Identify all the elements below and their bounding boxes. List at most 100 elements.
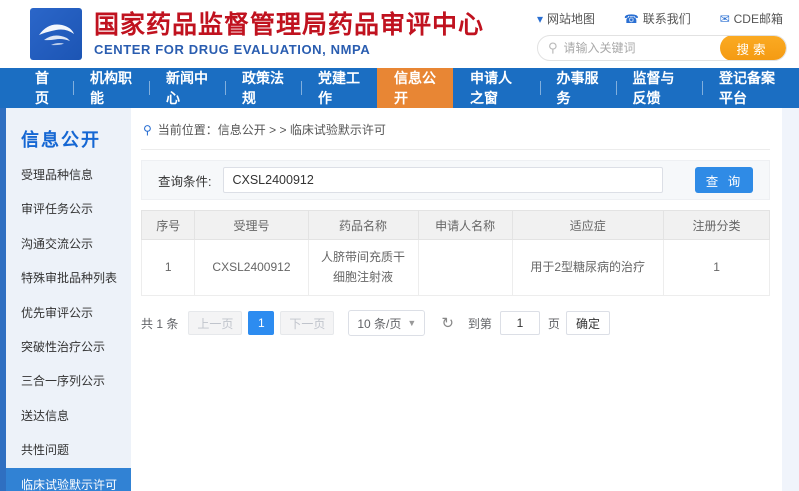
- goto-page-input[interactable]: [500, 311, 540, 335]
- quick-link-label: CDE邮箱: [734, 10, 783, 27]
- quick-link-label: 联系我们: [643, 10, 691, 27]
- table-header-cell: 受理号: [195, 211, 308, 240]
- sidebar: 信息公开 受理品种信息 审评任务公示 沟通交流公示 特殊审批品种列表: [0, 108, 131, 491]
- sidebar-item-label: 临床试验默示许可: [21, 478, 117, 491]
- nav-item-label: 新闻中心: [166, 68, 208, 108]
- table-cell: [418, 240, 512, 296]
- sidebar-item[interactable]: 突破性治疗公示: [6, 330, 131, 364]
- nav-item-label: 党建工作: [318, 68, 360, 108]
- quick-link[interactable]: ✉ CDE邮箱: [720, 10, 783, 27]
- quick-links: ▾ 网站地图 ☎ 联系我们 ✉ CDE邮箱: [537, 8, 787, 27]
- next-page-button[interactable]: 下一页: [280, 311, 334, 335]
- quick-link[interactable]: ▾ 网站地图: [537, 10, 595, 27]
- table-header-row: 序号受理号药品名称申请人名称适应症注册分类: [142, 211, 770, 240]
- nav-item[interactable]: 首页: [18, 68, 73, 108]
- main-content: ⚲ 当前位置：信息公开 > > 临床试验默示许可 查询条件: 查 询 序号受理号…: [131, 108, 782, 491]
- page-body: 信息公开 受理品种信息 审评任务公示 沟通交流公示 特殊审批品种列表: [0, 108, 799, 491]
- query-input[interactable]: [223, 167, 663, 193]
- table-cell: 1: [663, 240, 770, 296]
- site-title-block: 国家药品监督管理局药品审评中心 CENTER FOR DRUG EVALUATI…: [94, 11, 484, 58]
- quick-link-label: 网站地图: [547, 10, 595, 27]
- refresh-icon[interactable]: ↻: [441, 316, 454, 331]
- site-search-button[interactable]: 搜索: [720, 35, 786, 61]
- site-subtitle: CENTER FOR DRUG EVALUATION, NMPA: [94, 42, 484, 57]
- breadcrumb-text: 当前位置：信息公开 > > 临床试验默示许可: [158, 121, 386, 138]
- prev-page-button[interactable]: 上一页: [188, 311, 242, 335]
- page-size-value: 10 条/页: [357, 315, 401, 332]
- nav-item[interactable]: 信息公开: [377, 68, 453, 108]
- nav-item[interactable]: 申请人之窗: [453, 68, 540, 108]
- goto-confirm-button[interactable]: 确定: [566, 311, 610, 335]
- sidebar-item[interactable]: 特殊审批品种列表: [6, 261, 131, 295]
- table-header-cell: 适应症: [512, 211, 663, 240]
- nav-item-label: 办事服务: [557, 68, 599, 108]
- table-header-cell: 序号: [142, 211, 195, 240]
- nav-item[interactable]: 登记备案平台: [702, 68, 799, 108]
- nav-item-label: 政策法规: [242, 68, 284, 108]
- table-header-cell: 申请人名称: [418, 211, 512, 240]
- sidebar-item-label: 突破性治疗公示: [21, 340, 105, 354]
- site-search: ⚲ 搜索: [537, 35, 787, 61]
- query-button[interactable]: 查 询: [695, 167, 753, 193]
- table-cell: 用于2型糖尿病的治疗: [512, 240, 663, 296]
- page-size-select[interactable]: 10 条/页 ▼: [348, 310, 425, 336]
- sidebar-item[interactable]: 三合一序列公示: [6, 364, 131, 398]
- goto-unit-label: 页: [548, 315, 560, 332]
- sidebar-menu: 受理品种信息 审评任务公示 沟通交流公示 特殊审批品种列表 优先审评公示: [6, 158, 131, 491]
- nav-item-label: 申请人之窗: [470, 68, 523, 108]
- chevron-down-icon: ▼: [407, 318, 416, 328]
- query-label: 查询条件:: [158, 171, 211, 190]
- breadcrumb: ⚲ 当前位置：信息公开 > > 临床试验默示许可: [141, 108, 770, 150]
- query-bar: 查询条件: 查 询: [141, 160, 770, 200]
- sidebar-item[interactable]: 沟通交流公示: [6, 227, 131, 261]
- page-number-button[interactable]: 1: [248, 311, 274, 335]
- table-cell: 人脐带间充质干细胞注射液: [308, 240, 418, 296]
- sidebar-item-label: 沟通交流公示: [21, 237, 93, 251]
- goto-label: 到第: [468, 315, 492, 332]
- site-header: 国家药品监督管理局药品审评中心 CENTER FOR DRUG EVALUATI…: [0, 0, 799, 68]
- sidebar-item-label: 共性问题: [21, 443, 69, 457]
- nav-item[interactable]: 新闻中心: [149, 68, 225, 108]
- sidebar-item[interactable]: 审评任务公示: [6, 192, 131, 226]
- location-pin-icon: ⚲: [143, 123, 152, 137]
- cde-logo: [30, 8, 82, 60]
- nav-item-label: 信息公开: [394, 68, 436, 108]
- nav-item-label: 机构职能: [90, 68, 132, 108]
- site-search-input[interactable]: [564, 41, 720, 55]
- table-cell: CXSL2400912: [195, 240, 308, 296]
- quick-link-icon: ☎: [624, 12, 639, 26]
- sidebar-item-label: 优先审评公示: [21, 306, 93, 320]
- nav-item[interactable]: 政策法规: [225, 68, 301, 108]
- pagination-total: 共 1 条: [141, 315, 178, 332]
- quick-link-icon: ▾: [537, 12, 543, 26]
- table-header-cell: 药品名称: [308, 211, 418, 240]
- sidebar-item-label: 三合一序列公示: [21, 374, 105, 388]
- swan-logo-icon: [34, 12, 78, 56]
- nav-item[interactable]: 机构职能: [73, 68, 149, 108]
- table-row: 1CXSL2400912人脐带间充质干细胞注射液用于2型糖尿病的治疗1: [142, 240, 770, 296]
- site-title: 国家药品监督管理局药品审评中心: [94, 11, 484, 40]
- result-table: 序号受理号药品名称申请人名称适应症注册分类 1CXSL2400912人脐带间充质…: [141, 210, 770, 296]
- nav-item-label: 首页: [35, 68, 56, 108]
- sidebar-item[interactable]: 临床试验默示许可: [6, 468, 131, 491]
- nav-item[interactable]: 党建工作: [301, 68, 377, 108]
- search-icon: ⚲: [548, 40, 558, 56]
- nav-item-label: 登记备案平台: [719, 68, 782, 108]
- sidebar-item[interactable]: 送达信息: [6, 399, 131, 433]
- nav-item-label: 监督与反馈: [633, 68, 686, 108]
- nav-item[interactable]: 办事服务: [540, 68, 616, 108]
- quick-link-icon: ✉: [720, 12, 730, 26]
- sidebar-title: 信息公开: [6, 126, 131, 158]
- sidebar-item[interactable]: 受理品种信息: [6, 158, 131, 192]
- table-header-cell: 注册分类: [663, 211, 770, 240]
- table-cell: 1: [142, 240, 195, 296]
- sidebar-item-label: 受理品种信息: [21, 168, 93, 182]
- sidebar-item-label: 送达信息: [21, 409, 69, 423]
- main-nav: 首页 机构职能 新闻中心 政策法规 党建工作 信息公开 申请人之窗 办事服务 监…: [0, 68, 799, 108]
- sidebar-item-label: 审评任务公示: [21, 202, 93, 216]
- nav-item[interactable]: 监督与反馈: [616, 68, 703, 108]
- sidebar-item[interactable]: 共性问题: [6, 433, 131, 467]
- quick-link[interactable]: ☎ 联系我们: [624, 10, 691, 27]
- sidebar-item[interactable]: 优先审评公示: [6, 296, 131, 330]
- sidebar-item-label: 特殊审批品种列表: [21, 271, 117, 285]
